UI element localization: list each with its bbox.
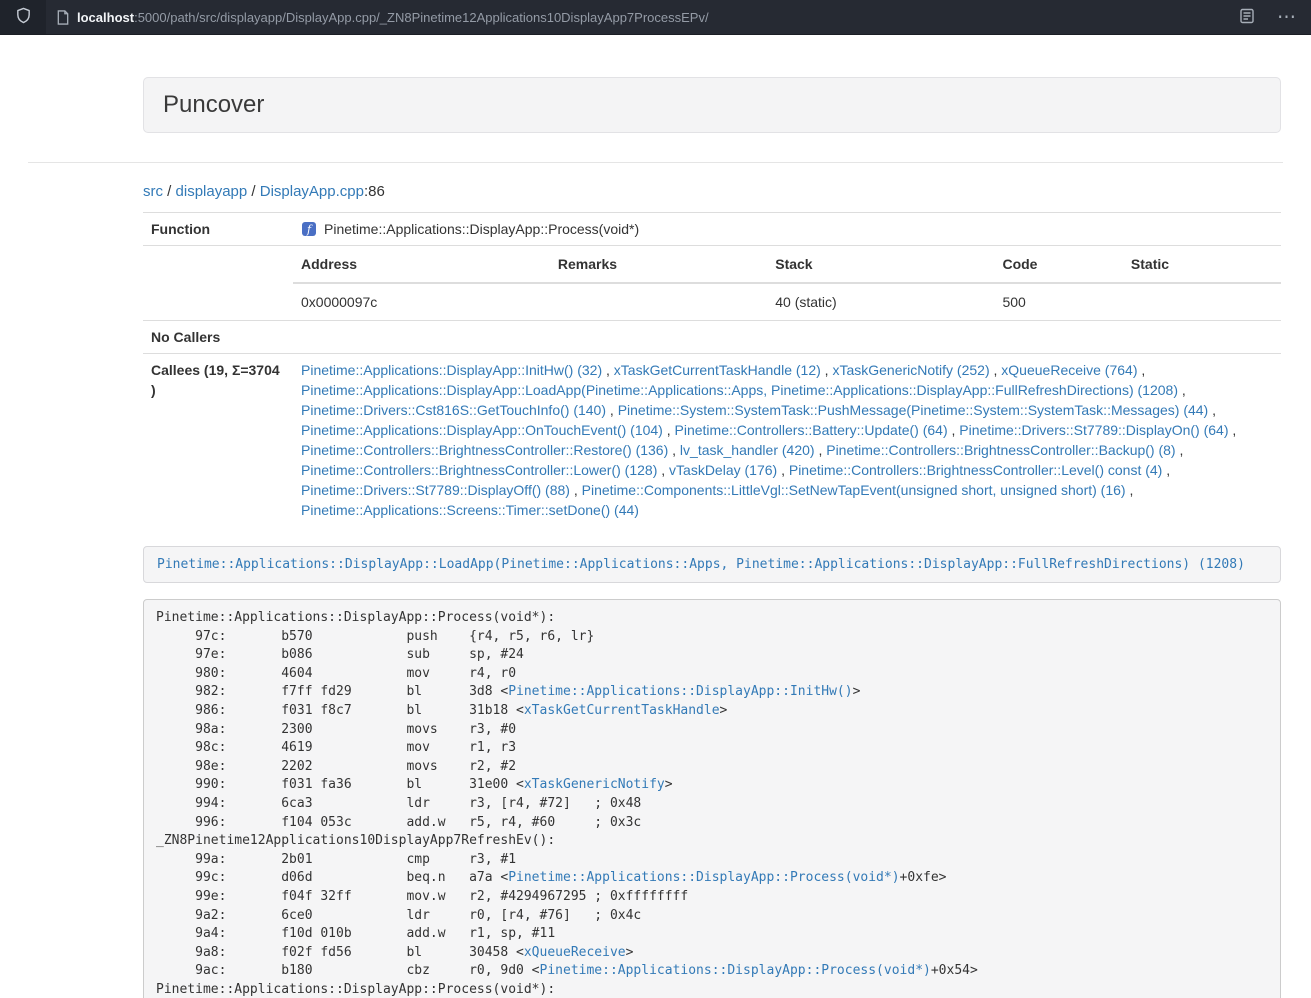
breadcrumb-link-file[interactable]: DisplayApp.cpp <box>260 183 364 200</box>
callee-link[interactable]: Pinetime::Applications::DisplayApp::Load… <box>301 382 1178 398</box>
callee-link[interactable]: Pinetime::Drivers::St7789::DisplayOff() … <box>301 482 570 498</box>
no-callers-label: No Callers <box>143 321 293 354</box>
code-symbol-link[interactable]: xTaskGetCurrentTaskHandle <box>524 703 720 718</box>
page-title: Puncover <box>163 91 1261 119</box>
callee-link[interactable]: Pinetime::Controllers::BrightnessControl… <box>826 442 1175 458</box>
callee-link[interactable]: Pinetime::Controllers::BrightnessControl… <box>301 462 657 478</box>
breadcrumb-separator: / <box>247 183 260 200</box>
callee-link[interactable]: Pinetime::Controllers::BrightnessControl… <box>789 462 1162 478</box>
column-header-address: Address <box>293 246 550 283</box>
symbol-table: Function f Pinetime::Applications::Displ… <box>143 212 1281 526</box>
callees-list: Pinetime::Applications::DisplayApp::Init… <box>293 354 1281 527</box>
column-header-stack: Stack <box>767 246 994 283</box>
callee-link[interactable]: vTaskDelay (176) <box>669 462 777 478</box>
detail-header-row: Address Remarks Stack Code Static <box>293 246 1281 283</box>
callee-link[interactable]: Pinetime::Applications::Screens::Timer::… <box>301 502 639 518</box>
cell-remarks <box>550 283 767 320</box>
code-symbol-link[interactable]: xQueueReceive <box>524 945 626 960</box>
code-symbol-link[interactable]: Pinetime::Applications::DisplayApp::Proc… <box>508 870 899 885</box>
cell-code: 500 <box>994 283 1122 320</box>
callee-link[interactable]: Pinetime::Applications::DisplayApp::OnTo… <box>301 422 663 438</box>
browser-actions: ⋯ <box>1239 8 1311 27</box>
no-callers-row: No Callers <box>143 321 1281 354</box>
shield-icon <box>15 7 32 27</box>
callee-link[interactable]: Pinetime::Controllers::BrightnessControl… <box>301 442 668 458</box>
breadcrumb-separator: / <box>163 183 176 200</box>
cell-stack: 40 (static) <box>767 283 994 320</box>
function-detail-row: Address Remarks Stack Code Static 0x0000… <box>143 246 1281 321</box>
cell-static <box>1123 283 1281 320</box>
function-detail-label-spacer <box>143 246 293 321</box>
breadcrumb-link-src[interactable]: src <box>143 183 163 200</box>
url-bar[interactable]: localhost:5000/path/src/displayapp/Displ… <box>46 0 1239 34</box>
detail-value-row: 0x0000097c 40 (static) 500 <box>293 283 1281 320</box>
column-header-static: Static <box>1123 246 1281 283</box>
callee-link[interactable]: Pinetime::Controllers::Battery::Update()… <box>675 422 948 438</box>
code-symbol-link[interactable]: xTaskGenericNotify <box>524 777 665 792</box>
url-path: :5000/path/src/displayapp/DisplayApp.cpp… <box>134 10 709 25</box>
url-host: localhost <box>77 10 134 25</box>
cell-address: 0x0000097c <box>293 283 550 320</box>
column-header-remarks: Remarks <box>550 246 767 283</box>
highlighted-callee-link[interactable]: Pinetime::Applications::DisplayApp::Load… <box>157 557 1245 572</box>
function-label: Function <box>143 213 293 246</box>
reader-view-icon[interactable] <box>1239 8 1255 27</box>
code-symbol-link[interactable]: Pinetime::Applications::DisplayApp::Init… <box>508 684 852 699</box>
breadcrumb: src / displayapp / DisplayApp.cpp:86 <box>143 183 1281 200</box>
no-callers-cell <box>293 321 1281 354</box>
callee-link[interactable]: xTaskGetCurrentTaskHandle (12) <box>614 362 821 378</box>
breadcrumb-link-displayapp[interactable]: displayapp <box>176 183 248 200</box>
browser-chrome: localhost:5000/path/src/displayapp/Displ… <box>0 0 1311 35</box>
callee-link[interactable]: Pinetime::Drivers::St7789::DisplayOn() (… <box>959 422 1228 438</box>
highlighted-callee-box: Pinetime::Applications::DisplayApp::Load… <box>143 546 1281 583</box>
callee-link[interactable]: Pinetime::Drivers::Cst816S::GetTouchInfo… <box>301 402 606 418</box>
column-header-code: Code <box>994 246 1122 283</box>
page-body: Puncover src / displayapp / DisplayApp.c… <box>0 77 1311 998</box>
disassembly-code: Pinetime::Applications::DisplayApp::Proc… <box>143 599 1281 998</box>
function-symbol-cell: f Pinetime::Applications::DisplayApp::Pr… <box>293 213 1281 246</box>
breadcrumb-line-number: :86 <box>364 183 385 200</box>
shield-button[interactable] <box>0 0 46 34</box>
callee-link[interactable]: Pinetime::System::SystemTask::PushMessag… <box>618 402 1209 418</box>
callees-label: Callees (19, Σ=3704 ) <box>143 354 293 527</box>
callee-link[interactable]: xTaskGenericNotify (252) <box>832 362 989 378</box>
callees-row: Callees (19, Σ=3704 ) Pinetime::Applicat… <box>143 354 1281 527</box>
app-header: Puncover <box>143 77 1281 133</box>
function-detail-cell: Address Remarks Stack Code Static 0x0000… <box>293 246 1281 321</box>
page-icon <box>56 10 70 25</box>
function-detail-table: Address Remarks Stack Code Static 0x0000… <box>293 246 1281 320</box>
divider <box>28 162 1283 163</box>
callee-link[interactable]: lv_task_handler (420) <box>680 442 815 458</box>
callee-link[interactable]: Pinetime::Applications::DisplayApp::Init… <box>301 362 602 378</box>
function-icon: f <box>301 221 317 237</box>
code-symbol-link[interactable]: Pinetime::Applications::DisplayApp::Proc… <box>540 963 931 978</box>
menu-icon[interactable]: ⋯ <box>1277 8 1297 27</box>
callee-link[interactable]: Pinetime::Components::LittleVgl::SetNewT… <box>582 482 1126 498</box>
function-row: Function f Pinetime::Applications::Displ… <box>143 213 1281 246</box>
callee-link[interactable]: xQueueReceive (764) <box>1001 362 1137 378</box>
function-symbol: Pinetime::Applications::DisplayApp::Proc… <box>324 219 639 239</box>
